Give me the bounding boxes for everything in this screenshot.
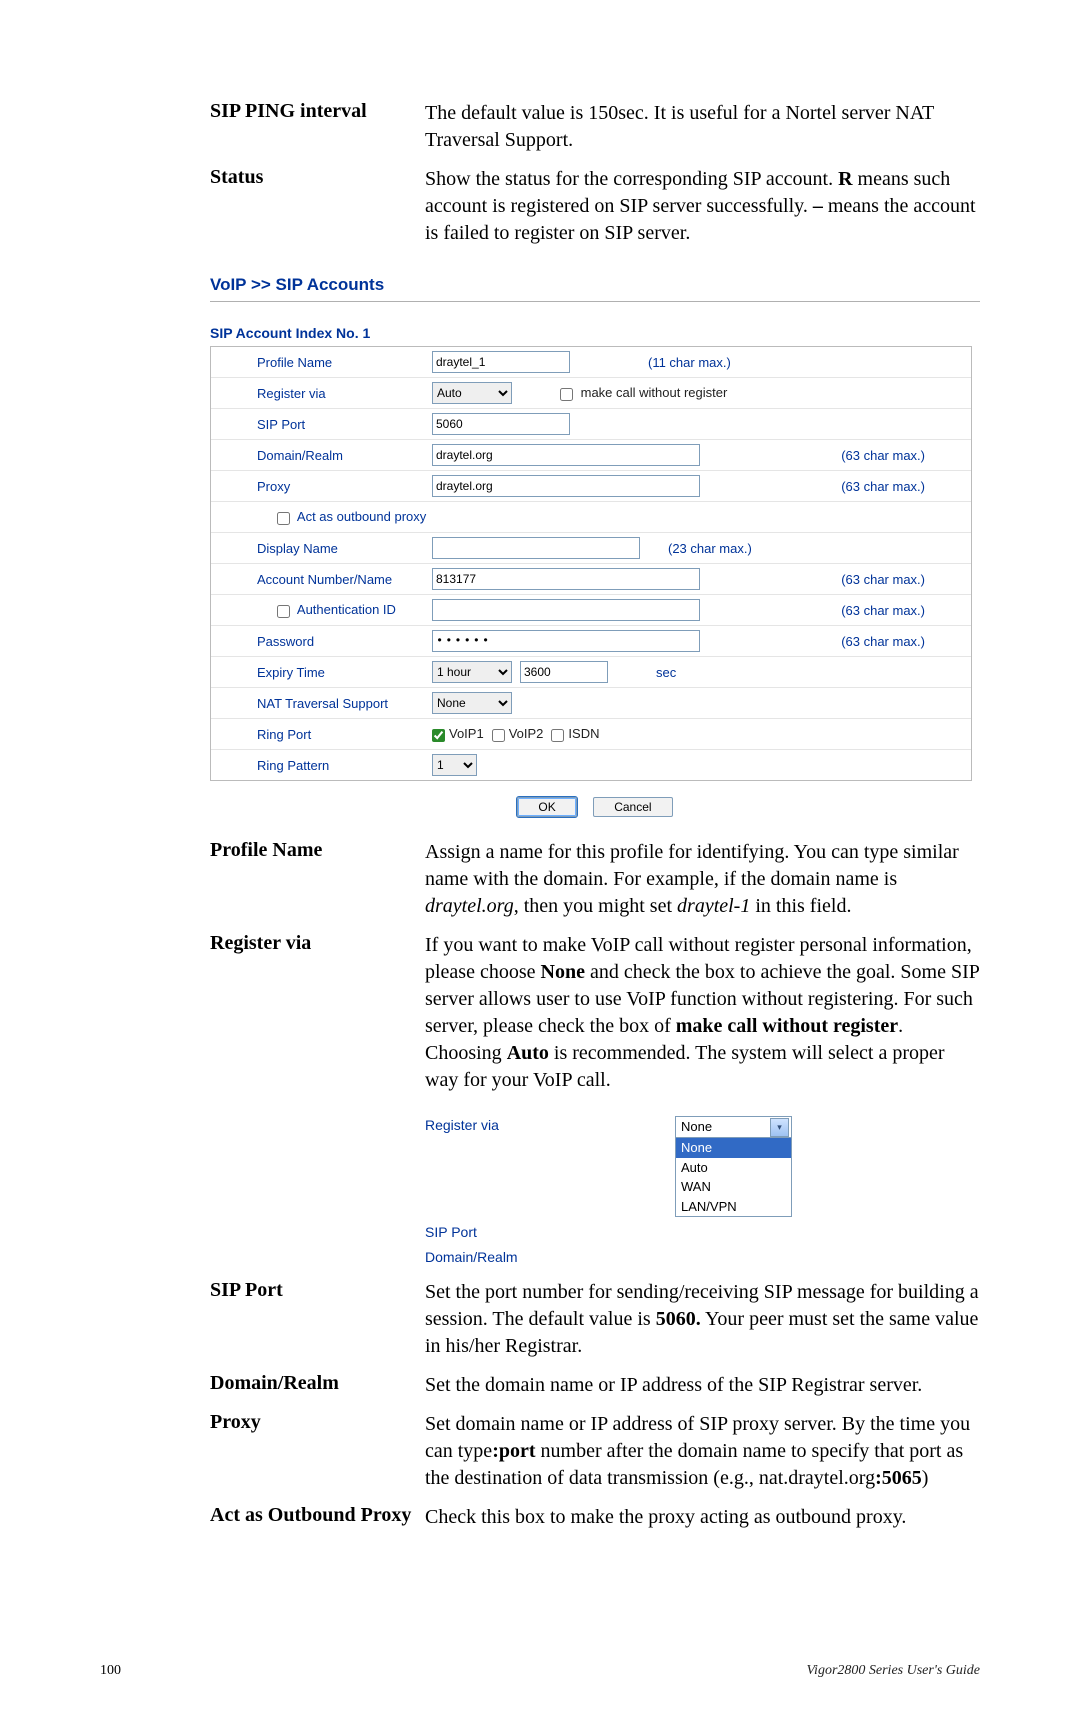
auth-id-input[interactable] <box>432 599 700 621</box>
definition-desc: The default value is 150sec. It is usefu… <box>425 100 980 154</box>
snip-label-register: Register via <box>425 1116 675 1135</box>
definition-term: SIP Port <box>210 1279 425 1302</box>
definition-desc: Set domain name or IP address of SIP pro… <box>425 1411 980 1492</box>
ring-port-voip1[interactable]: VoIP1 <box>432 726 484 741</box>
nat-select[interactable]: None <box>432 692 512 714</box>
auth-id-checkbox[interactable] <box>277 605 290 618</box>
outbound-proxy-checkbox[interactable] <box>277 512 290 525</box>
expiry-select[interactable]: 1 hour <box>432 661 512 683</box>
hint-auth-id: (63 char max.) <box>841 603 965 618</box>
hint-profile-name: (11 char max.) <box>648 355 731 370</box>
label-account: Account Number/Name <box>217 572 432 587</box>
label-profile-name: Profile Name <box>217 355 432 370</box>
definition-term: Domain/Realm <box>210 1372 425 1395</box>
password-input[interactable] <box>432 630 700 652</box>
definition-row: SIP PortSet the port number for sending/… <box>210 1279 980 1360</box>
voip1-checkbox[interactable] <box>432 729 445 742</box>
label-register-via: Register via <box>217 386 432 401</box>
voip2-checkbox[interactable] <box>492 729 505 742</box>
label-outbound-proxy: Act as outbound proxy <box>217 509 432 524</box>
definition-row: Register viaIf you want to make VoIP cal… <box>210 932 980 1094</box>
definition-desc: Show the status for the corresponding SI… <box>425 166 980 247</box>
register-via-dropdown-illustration: None▾NoneAutoWANLAN/VPN <box>675 1116 792 1217</box>
hint-display-name: (23 char max.) <box>668 541 752 556</box>
snip-label-domain: Domain/Realm <box>425 1248 675 1267</box>
definition-row: Act as Outbound ProxyCheck this box to m… <box>210 1504 980 1531</box>
breadcrumb: VoIP >> SIP Accounts <box>210 275 980 295</box>
definition-desc: Set the domain name or IP address of the… <box>425 1372 980 1399</box>
label-display-name: Display Name <box>217 541 432 556</box>
display-name-input[interactable] <box>432 537 640 559</box>
definition-row: StatusShow the status for the correspond… <box>210 166 980 247</box>
profile-name-input[interactable] <box>432 351 570 373</box>
definition-term: Register via <box>210 932 425 955</box>
ring-pattern-select[interactable]: 1 <box>432 754 477 776</box>
dropdown-option: Auto <box>676 1158 791 1178</box>
cancel-button[interactable]: Cancel <box>593 797 672 817</box>
isdn-checkbox[interactable] <box>551 729 564 742</box>
make-call-without-register-label: make call without register <box>581 385 728 400</box>
label-nat: NAT Traversal Support <box>217 696 432 711</box>
page-number: 100 <box>100 1663 121 1679</box>
chevron-down-icon: ▾ <box>770 1118 789 1137</box>
sip-account-form: Profile Name (11 char max.) Register via… <box>210 346 972 781</box>
snip-label-sipport: SIP Port <box>425 1223 675 1242</box>
definition-desc: Set the port number for sending/receivin… <box>425 1279 980 1360</box>
label-ring-port: Ring Port <box>217 727 432 742</box>
make-call-without-register-checkbox[interactable] <box>560 388 573 401</box>
domain-realm-input[interactable] <box>432 444 700 466</box>
proxy-input[interactable] <box>432 475 700 497</box>
register-via-options-illustration: Register viaNone▾NoneAutoWANLAN/VPNSIP P… <box>425 1116 980 1267</box>
dropdown-option: None <box>676 1138 791 1158</box>
divider <box>210 301 980 303</box>
ok-button[interactable]: OK <box>517 797 576 817</box>
definition-desc: Assign a name for this profile for ident… <box>425 839 980 920</box>
label-domain-realm: Domain/Realm <box>217 448 432 463</box>
definition-row: Domain/RealmSet the domain name or IP ad… <box>210 1372 980 1399</box>
label-ring-pattern: Ring Pattern <box>217 758 432 773</box>
definition-row: SIP PING intervalThe default value is 15… <box>210 100 980 154</box>
dropdown-option: WAN <box>676 1177 791 1197</box>
label-sip-port: SIP Port <box>217 417 432 432</box>
definition-row: Profile NameAssign a name for this profi… <box>210 839 980 920</box>
definition-row: ProxySet domain name or IP address of SI… <box>210 1411 980 1492</box>
definition-term: Proxy <box>210 1411 425 1434</box>
ring-port-isdn[interactable]: ISDN <box>551 726 599 741</box>
definition-term: Profile Name <box>210 839 425 862</box>
definition-desc: If you want to make VoIP call without re… <box>425 932 980 1094</box>
definition-term: Act as Outbound Proxy <box>210 1504 425 1527</box>
sip-port-input[interactable] <box>432 413 570 435</box>
hint-proxy: (63 char max.) <box>841 479 965 494</box>
definition-term: Status <box>210 166 425 189</box>
hint-account: (63 char max.) <box>841 572 965 587</box>
label-proxy: Proxy <box>217 479 432 494</box>
register-via-select[interactable]: Auto <box>432 382 512 404</box>
expiry-unit: sec <box>656 665 676 680</box>
account-input[interactable] <box>432 568 700 590</box>
hint-domain-realm: (63 char max.) <box>841 448 965 463</box>
expiry-input[interactable] <box>520 661 608 683</box>
ring-port-voip2[interactable]: VoIP2 <box>492 726 544 741</box>
label-auth-id: Authentication ID <box>217 602 432 617</box>
definition-term: SIP PING interval <box>210 100 425 123</box>
definition-desc: Check this box to make the proxy acting … <box>425 1504 980 1531</box>
dropdown-selected: None <box>681 1118 712 1136</box>
hint-password: (63 char max.) <box>841 634 965 649</box>
dropdown-option: LAN/VPN <box>676 1197 791 1217</box>
guide-title: Vigor2800 Series User's Guide <box>807 1663 980 1679</box>
label-expiry: Expiry Time <box>217 665 432 680</box>
panel-title: SIP Account Index No. 1 <box>210 325 980 341</box>
label-password: Password <box>217 634 432 649</box>
